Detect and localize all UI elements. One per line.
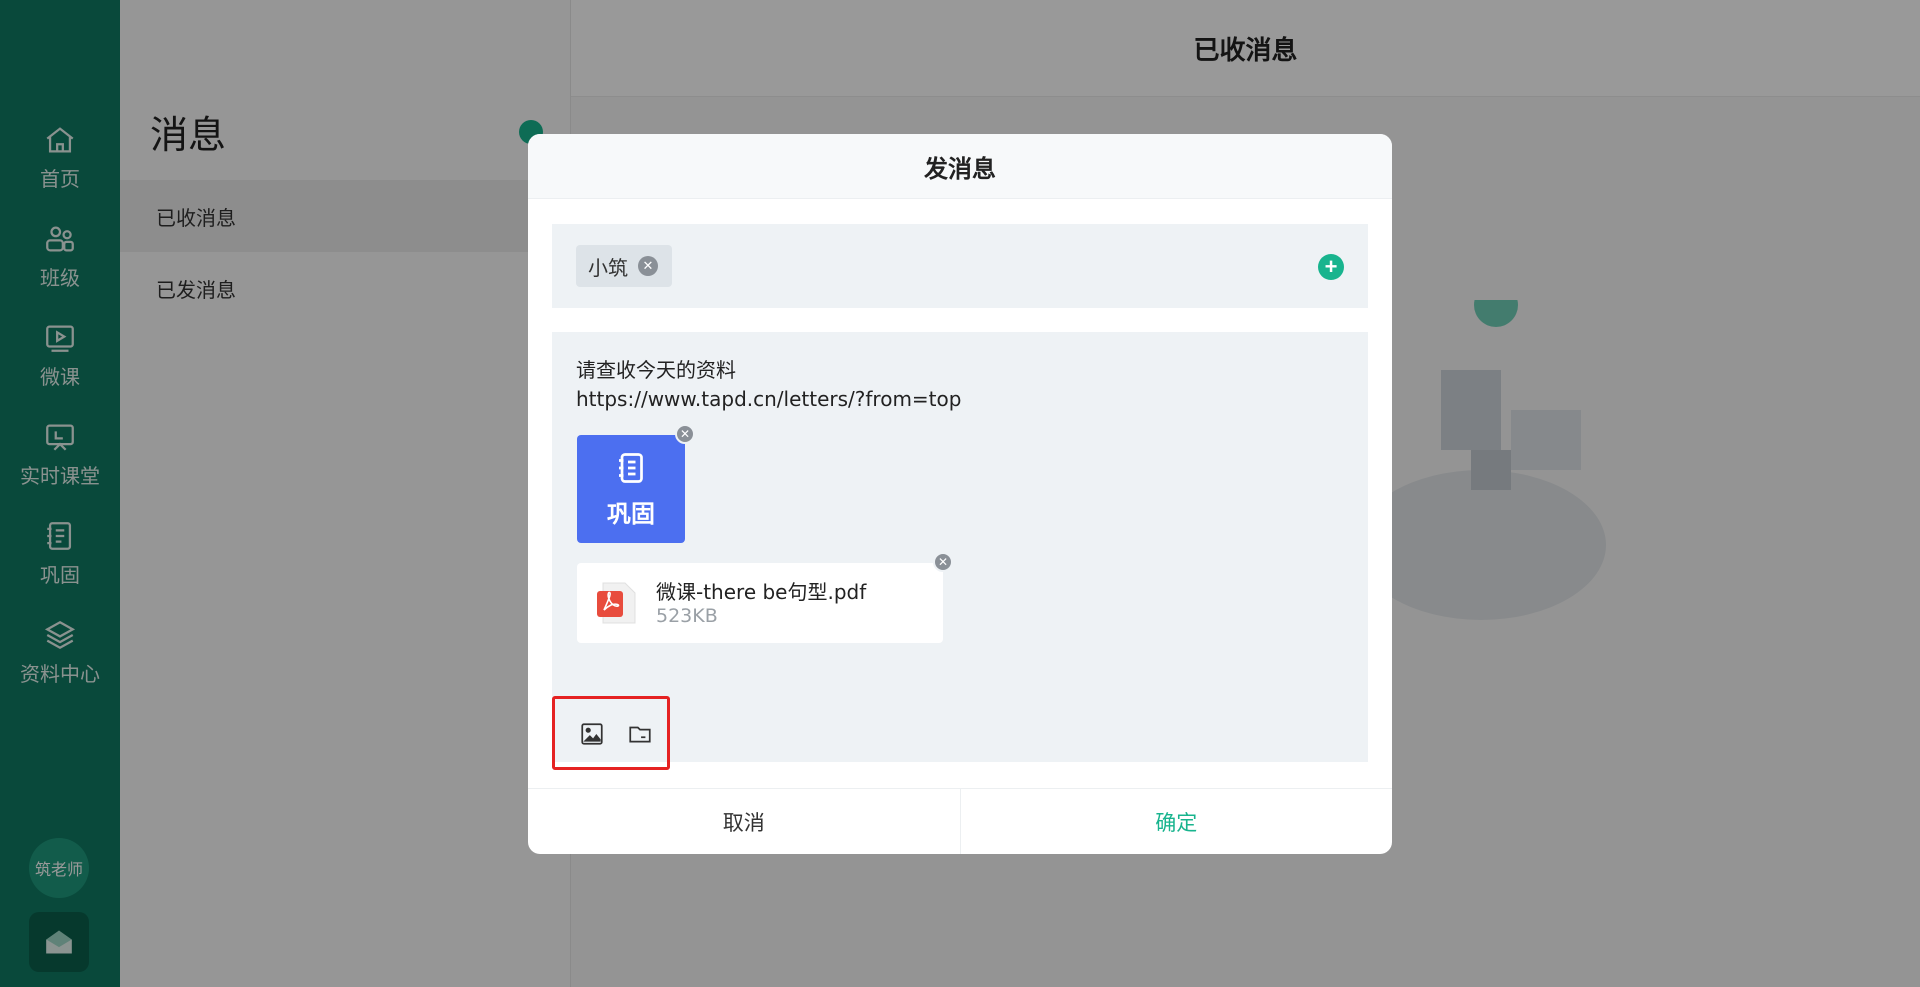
attachment-toolbar-highlight	[552, 696, 670, 770]
recipient-chip: 小筑 ✕	[576, 245, 672, 287]
recipient-name: 小筑	[588, 255, 628, 280]
confirm-button[interactable]: 确定	[961, 789, 1393, 854]
cancel-button[interactable]: 取消	[528, 789, 961, 854]
review-card-label: 巩固	[607, 499, 655, 528]
add-recipient-button[interactable]: +	[1318, 254, 1344, 280]
message-link-line: https://www.tapd.cn/letters/?from=top	[576, 387, 962, 411]
dialog-title: 发消息	[528, 134, 1392, 199]
remove-file-icon[interactable]: ✕	[933, 552, 953, 572]
pdf-icon	[597, 582, 636, 624]
dialog-footer: 取消 确定	[528, 788, 1392, 854]
notebook-icon	[619, 452, 643, 483]
remove-recipient-icon[interactable]: ✕	[638, 256, 658, 276]
remove-review-icon[interactable]: ✕	[675, 424, 695, 444]
image-icon[interactable]	[579, 721, 605, 747]
folder-icon[interactable]	[627, 721, 653, 747]
send-message-dialog: 发消息 小筑 ✕ + 请查收今天的资料 https://www.tapd.cn/…	[528, 134, 1392, 854]
file-size: 523KB	[656, 605, 718, 627]
message-text-line: 请查收今天的资料	[576, 358, 736, 382]
file-name: 微课-there be句型.pdf	[656, 580, 867, 604]
review-attachment-card[interactable]: 巩固	[577, 435, 685, 543]
recipients-field[interactable]: 小筑 ✕ +	[552, 224, 1368, 308]
message-compose-area[interactable]: 请查收今天的资料 https://www.tapd.cn/letters/?fr…	[552, 332, 1368, 770]
file-attachment-card[interactable]: 微课-there be句型.pdf 523KB	[577, 563, 943, 643]
